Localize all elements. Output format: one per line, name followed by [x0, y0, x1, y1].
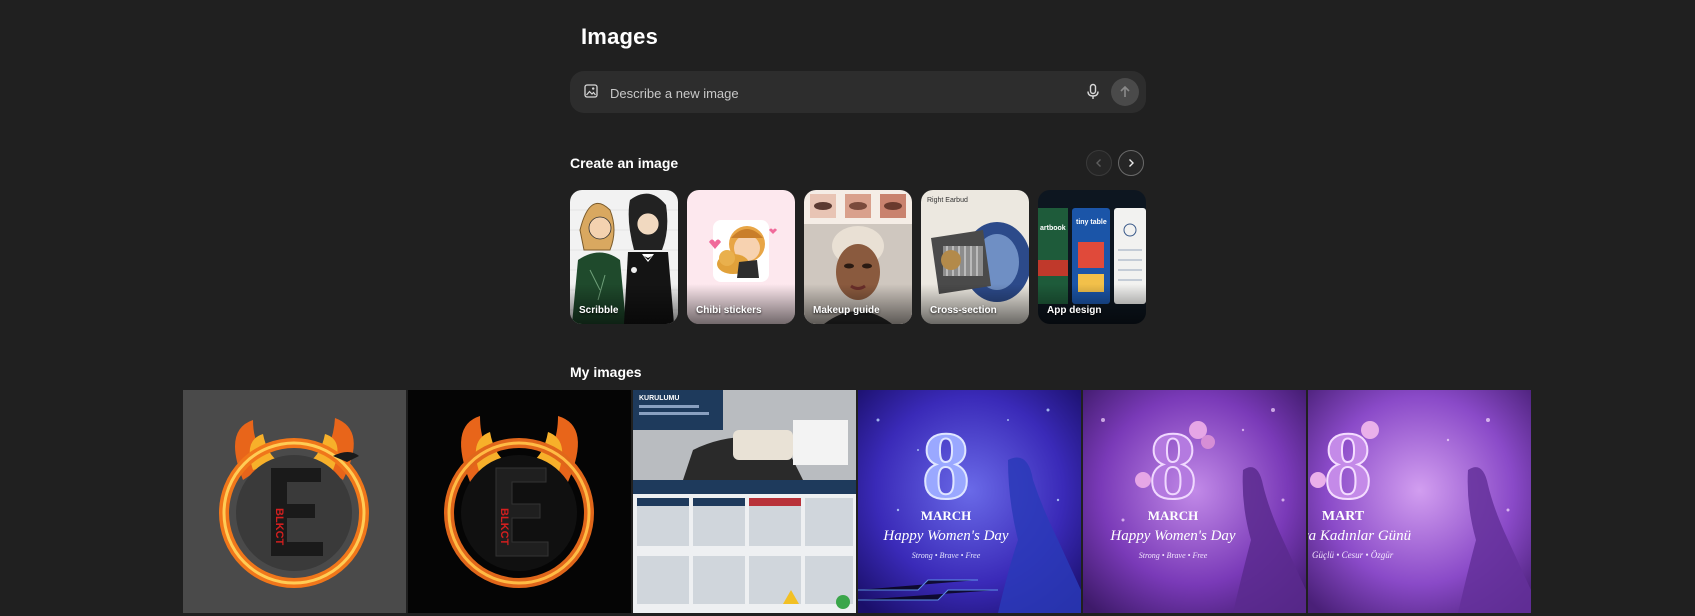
art-text: MART [1322, 509, 1365, 524]
chevron-right-icon [1129, 159, 1134, 167]
art-text: tiny table [1076, 219, 1107, 226]
art-text: ya Kadınlar Günü [1308, 528, 1411, 544]
my-image-thumbnail[interactable]: KURULUMU [633, 390, 856, 613]
carousel-prev-button[interactable] [1086, 150, 1112, 176]
create-card-app-design[interactable]: artbook tiny table App design [1038, 190, 1146, 324]
card-label: App design [1047, 305, 1102, 316]
my-image-thumbnail[interactable]: 8 MART ya Kadınlar Günü Güçlü • Cesur • … [1308, 390, 1531, 613]
fire-emblem-image: BLKCT [408, 390, 631, 613]
art-text: MARCH [921, 508, 972, 523]
microphone-icon[interactable] [1085, 83, 1101, 101]
create-image-carousel: Scribble Chibi stickers Makeup guide Rig… [570, 190, 1146, 324]
arrow-up-icon [1120, 85, 1130, 97]
art-text: Happy Women's Day [1109, 528, 1235, 544]
send-button[interactable] [1111, 78, 1139, 106]
images-page: Images Create an image [0, 0, 1695, 616]
chevron-left-icon [1096, 159, 1101, 167]
my-image-thumbnail[interactable]: 8 MARCH Happy Women's Day Strong • Brave… [1083, 390, 1306, 613]
create-card-cross-section[interactable]: Right Earbud Cross-section [921, 190, 1029, 324]
womens-day-image: 8 MART ya Kadınlar Günü Güçlü • Cesur • … [1308, 390, 1531, 613]
card-label: Chibi stickers [696, 305, 762, 316]
card-label: Scribble [579, 305, 619, 316]
prompt-input[interactable] [608, 80, 1072, 106]
art-text: Güçlü • Cesur • Özgür [1312, 550, 1394, 560]
art-text: Strong • Brave • Free [912, 551, 981, 560]
fire-emblem-image: BLKCT [183, 390, 406, 613]
create-card-makeup-guide[interactable]: Makeup guide [804, 190, 912, 324]
page-title: Images [581, 24, 659, 49]
my-images-gallery: BLKCT BLKCT KURULUMU 8 MARCH Happy Women… [183, 390, 1533, 616]
art-text: BLKCT [273, 508, 285, 546]
create-card-scribble[interactable]: Scribble [570, 190, 678, 324]
womens-day-image: 8 MARCH Happy Women's Day Strong • Brave… [1083, 390, 1306, 613]
womens-day-image: 8 MARCH Happy Women's Day Strong • Brave… [858, 390, 1081, 613]
my-image-thumbnail[interactable]: BLKCT [408, 390, 631, 613]
prompt-bar [570, 71, 1146, 113]
art-text: MARCH [1148, 508, 1199, 523]
create-section-title: Create an image [570, 155, 679, 171]
art-text: BLKCT [498, 508, 510, 546]
image-icon [584, 84, 598, 98]
art-text: Strong • Brave • Free [1139, 551, 1208, 560]
my-image-thumbnail[interactable]: 8 MARCH Happy Women's Day Strong • Brave… [858, 390, 1081, 613]
card-label: Cross-section [930, 305, 997, 316]
art-text: 8 [922, 412, 970, 519]
my-image-thumbnail[interactable]: BLKCT [183, 390, 406, 613]
card-label: Makeup guide [813, 305, 880, 316]
instruction-sheet-image: KURULUMU [633, 390, 856, 613]
my-images-title: My images [570, 364, 642, 380]
art-text: Happy Women's Day [882, 528, 1008, 544]
art-text: Right Earbud [927, 197, 968, 204]
art-text: artbook [1040, 225, 1066, 232]
create-card-chibi-stickers[interactable]: Chibi stickers [687, 190, 795, 324]
carousel-next-button[interactable] [1118, 150, 1144, 176]
art-text: KURULUMU [639, 395, 679, 402]
